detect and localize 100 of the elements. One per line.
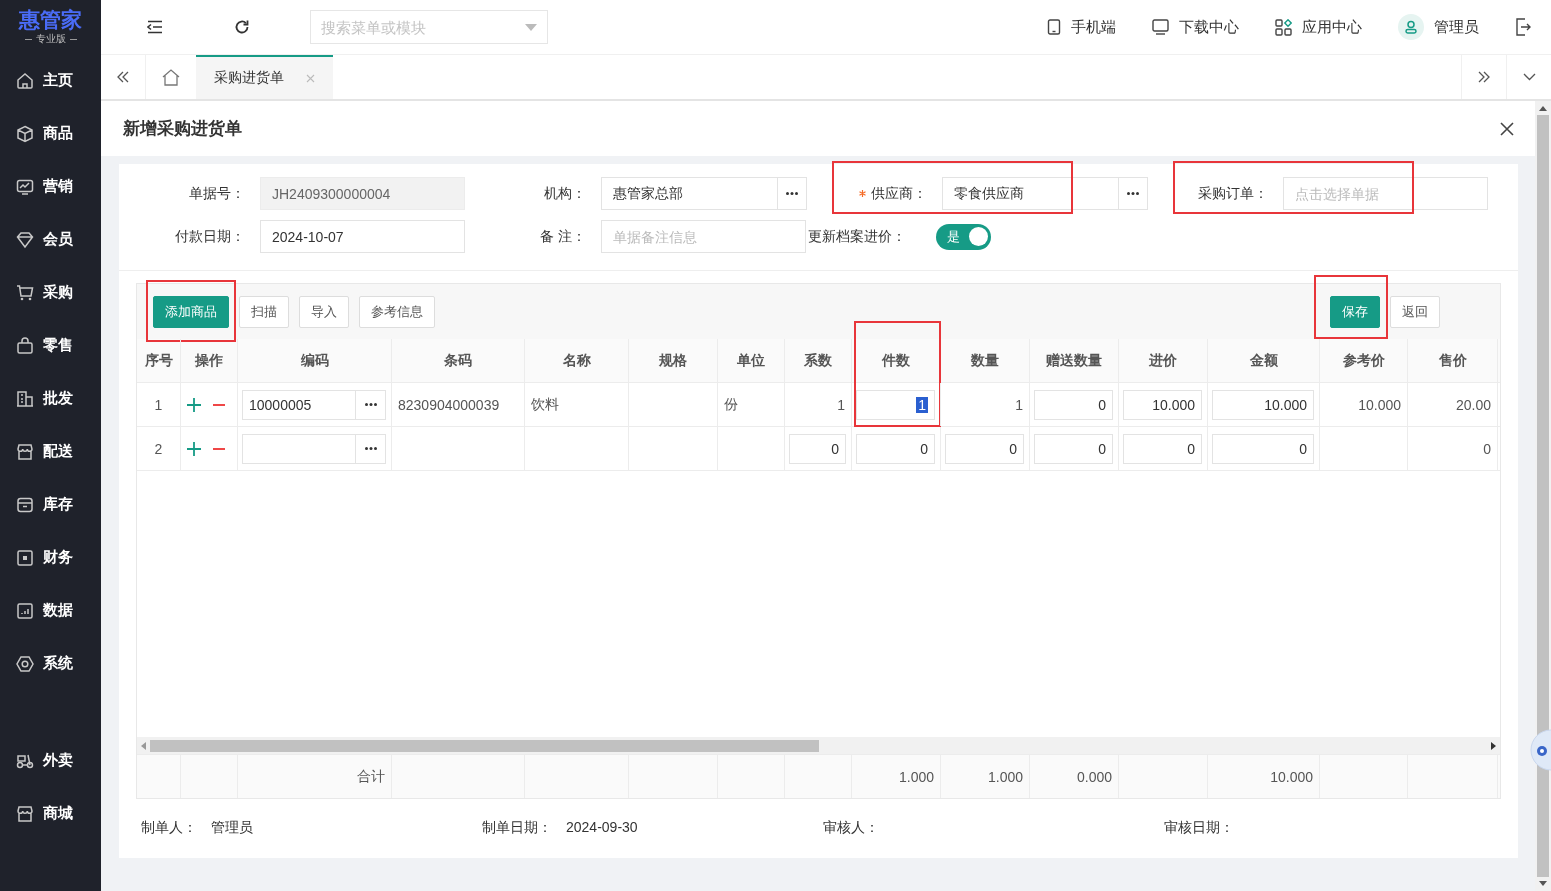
header-link[interactable]: 手机端 (1047, 17, 1116, 37)
cell-input[interactable]: 0 (945, 433, 1024, 464)
input-field[interactable]: JH2409300000004 (260, 177, 465, 210)
field-label: 备 注： (540, 227, 586, 246)
cell-input[interactable]: 0 (1034, 433, 1113, 464)
sidebar-item[interactable]: 外卖 (0, 734, 101, 787)
field-label: 单据号： (189, 184, 245, 203)
total-value: 0.000 (1076, 768, 1112, 785)
cart-icon (16, 283, 34, 302)
footer-value: 2024-09-30 (566, 819, 638, 837)
input-field[interactable]: 2024-10-07 (260, 220, 465, 253)
cell-input[interactable]: 10.000 (1123, 389, 1202, 420)
footer-label: 审核人： (823, 819, 879, 837)
more-button[interactable] (1118, 177, 1148, 210)
cell-input[interactable]: 0 (1034, 389, 1113, 420)
sidebar-item[interactable]: 商品 (0, 107, 101, 160)
settings-icon (16, 654, 34, 673)
scroll-up-icon[interactable] (1539, 106, 1547, 111)
sidebar-item[interactable]: 系统 (0, 637, 101, 690)
refresh-icon[interactable] (234, 19, 250, 35)
cell-input[interactable]: 0 (1123, 433, 1202, 464)
sidebar-item[interactable]: 财务 (0, 531, 101, 584)
field-label: 付款日期： (175, 227, 245, 246)
sidebar-item[interactable]: 库存 (0, 478, 101, 531)
table-cell: 1 (837, 396, 845, 413)
cell-input[interactable]: 1 (856, 389, 935, 420)
more-icon (1127, 192, 1139, 195)
more-icon (786, 192, 798, 195)
toolbar-button[interactable]: 参考信息 (359, 295, 435, 328)
scroll-left-icon[interactable] (141, 741, 146, 750)
toolbar-button[interactable]: 返回 (1390, 295, 1440, 328)
scroll-down-icon[interactable] (1539, 881, 1547, 886)
double-chevron-right-icon (1478, 71, 1490, 83)
sidebar-item[interactable]: 营销 (0, 160, 101, 213)
chevron-down-icon (1522, 73, 1536, 81)
table-cell: 20.00 (1455, 396, 1491, 413)
toolbar-button[interactable]: 扫描 (239, 295, 289, 328)
box-icon (16, 495, 34, 514)
sidebar-item[interactable]: 零售 (0, 319, 101, 372)
column-header: 操作 (195, 351, 223, 370)
input-field[interactable]: 惠管家总部 (601, 177, 777, 210)
table-cell: 1 (1015, 396, 1023, 413)
add-row-icon[interactable] (187, 441, 201, 456)
cell-input[interactable]: 0 (789, 433, 846, 464)
assistant-icon[interactable] (1529, 728, 1551, 772)
horizontal-scrollbar[interactable] (137, 737, 1500, 754)
column-header: 参考价 (1342, 351, 1385, 370)
more-icon (364, 403, 377, 406)
page-title: 新增采购进货单 (123, 118, 242, 140)
header-link[interactable]: 下载中心 (1152, 17, 1239, 37)
logo-text: 惠管家 (19, 8, 82, 32)
user-menu[interactable]: 管理员 (1398, 14, 1479, 40)
cube-icon (16, 124, 34, 143)
user-avatar-icon (1398, 14, 1424, 40)
scroll-right-icon[interactable] (1491, 741, 1496, 750)
column-header: 赠送数量 (1046, 351, 1102, 370)
header-link[interactable]: 应用中心 (1275, 17, 1362, 37)
column-header: 件数 (882, 351, 910, 370)
total-value: 10.000 (1270, 768, 1313, 785)
store-icon (16, 804, 34, 823)
scrollbar-thumb[interactable] (150, 739, 819, 752)
menu-icon[interactable] (147, 20, 163, 34)
sidebar-item[interactable]: 采购 (0, 266, 101, 319)
more-button[interactable] (777, 177, 807, 210)
column-header: 序号 (144, 351, 173, 370)
home-icon (16, 71, 34, 90)
logout-icon[interactable] (1515, 18, 1531, 36)
chip-icon (16, 548, 34, 567)
table-cell: 0 (1483, 440, 1491, 457)
add-row-icon[interactable] (187, 397, 201, 412)
cell-input[interactable]: 10000005 (242, 389, 386, 420)
cell-input[interactable]: 10.000 (1212, 389, 1314, 420)
table-cell: 饮料 (531, 395, 559, 414)
input-field[interactable]: 点击选择单据 (1283, 177, 1488, 210)
column-header: 条码 (444, 351, 472, 370)
sidebar-item[interactable]: 批发 (0, 372, 101, 425)
toolbar-button[interactable]: 导入 (299, 295, 349, 328)
diamond-icon (16, 230, 34, 249)
input-field[interactable]: 单据备注信息 (601, 220, 806, 253)
vertical-scrollbar[interactable] (1535, 101, 1551, 891)
input-field[interactable]: 零食供应商 (942, 177, 1118, 210)
close-icon[interactable] (1500, 121, 1514, 136)
footer-label: 制单人： (141, 819, 197, 837)
column-header: 金额 (1249, 351, 1278, 370)
cell-input[interactable]: 0 (1212, 433, 1314, 464)
sidebar-item[interactable]: 商城 (0, 787, 101, 840)
sidebar-item[interactable]: 会员 (0, 213, 101, 266)
sidebar-item[interactable]: 配送 (0, 425, 101, 478)
page-tab[interactable]: 采购进货单 (196, 55, 333, 99)
footer-label: 制单日期： (482, 819, 552, 837)
footer-label: 审核日期： (1164, 819, 1234, 837)
column-header: 系数 (804, 351, 832, 370)
column-header: 编码 (300, 351, 329, 370)
sidebar-item[interactable]: 数据 (0, 584, 101, 637)
column-header: 进价 (1149, 351, 1177, 370)
cell-input[interactable]: 0 (856, 433, 935, 464)
sidebar-item[interactable]: 主页 (0, 54, 101, 107)
cell-input[interactable] (242, 433, 386, 464)
scrollbar-thumb[interactable] (1537, 115, 1549, 877)
search-select[interactable]: 搜索菜单或模块 (310, 10, 548, 44)
